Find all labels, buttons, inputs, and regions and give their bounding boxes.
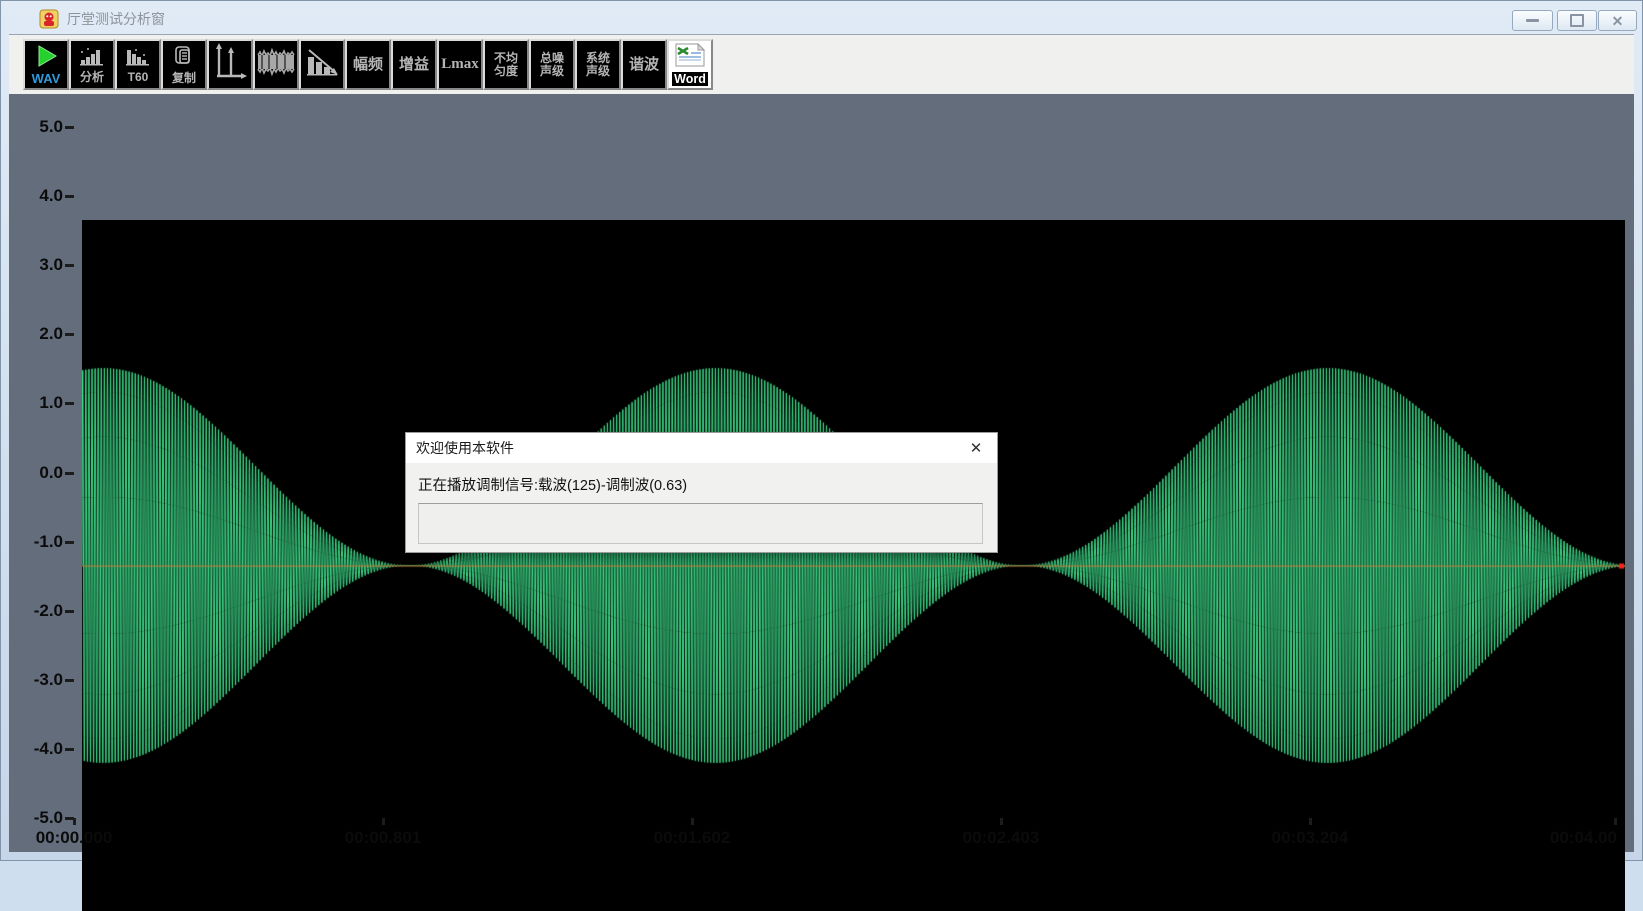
y-axis-tick	[65, 126, 74, 129]
histogram-button[interactable]	[299, 39, 345, 90]
minimize-button[interactable]	[1512, 10, 1553, 31]
total-noise-label: 声级	[540, 65, 564, 78]
y-axis-tick	[65, 748, 74, 751]
word-export-label: Word	[672, 72, 708, 86]
toolbar-buttons: WAV分析T60复制幅频增益Lmax不均匀度总噪声级系统声级谐波Word	[23, 39, 713, 90]
lmax-label: Lmax	[441, 58, 479, 71]
axes-button[interactable]	[207, 39, 253, 90]
y-axis-tick	[65, 195, 74, 198]
y-axis-tick	[65, 679, 74, 682]
playback-dialog: 欢迎使用本软件 ✕ 正在播放调制信号:载波(125)-调制波(0.63)	[405, 432, 998, 553]
waveform-icon	[257, 47, 295, 82]
uniformity-label: 匀度	[494, 65, 518, 78]
dialog-message: 正在播放调制信号:载波(125)-调制波(0.63)	[418, 474, 687, 495]
y-axis-label: 2.0	[11, 324, 63, 344]
y-axis-label: 1.0	[11, 393, 63, 413]
gain-label: 增益	[399, 57, 429, 73]
y-axis-label: 3.0	[11, 255, 63, 275]
app-window: 厅堂测试分析窗 ✕ WAV分析T60复制幅频增益Lmax不均匀度总噪声级系统声级…	[0, 0, 1643, 861]
uniformity-button[interactable]: 不均匀度	[483, 39, 529, 90]
dialog-progress-box	[418, 503, 983, 544]
amp-freq-button[interactable]: 幅频	[345, 39, 391, 90]
x-axis-label: 00:04.00	[1505, 828, 1617, 848]
restore-icon	[1570, 14, 1584, 27]
close-icon: ✕	[1612, 14, 1624, 28]
y-axis-label: 0.0	[11, 463, 63, 483]
app-icon	[39, 9, 59, 29]
dialog-close-button[interactable]: ✕	[965, 438, 987, 458]
minimize-icon	[1526, 19, 1539, 22]
bars-up-icon	[78, 46, 106, 71]
restore-button[interactable]	[1557, 10, 1597, 31]
y-axis-tick	[65, 402, 74, 405]
harmonics-label: 谐波	[629, 57, 659, 73]
wav-play-button[interactable]: WAV	[23, 39, 69, 90]
copy-button[interactable]: 复制	[161, 39, 207, 90]
title-bar[interactable]: 厅堂测试分析窗 ✕	[1, 1, 1642, 34]
toolbar: WAV分析T60复制幅频增益Lmax不均匀度总噪声级系统声级谐波Word	[9, 34, 1634, 94]
y-axis-tick	[65, 610, 74, 613]
play-icon	[34, 45, 58, 72]
axes-icon	[213, 43, 247, 86]
system-level-button[interactable]: 系统声级	[575, 39, 621, 90]
x-axis-tick	[73, 818, 76, 825]
waveform-plot[interactable]	[82, 220, 1625, 911]
y-axis-tick	[65, 333, 74, 336]
y-axis-label: -2.0	[11, 601, 63, 621]
y-axis-tick	[65, 264, 74, 267]
y-axis-tick	[65, 472, 74, 475]
wav-play-label: WAV	[32, 72, 61, 85]
waveform-view-button[interactable]	[253, 39, 299, 90]
word-export-button[interactable]: Word	[667, 39, 713, 90]
x-axis-label: 00:00.801	[318, 828, 448, 848]
x-axis-label: 00:00.000	[9, 828, 139, 848]
system-level-label: 声级	[586, 65, 610, 78]
bars-down-icon	[124, 46, 152, 71]
harmonics-button[interactable]: 谐波	[621, 39, 667, 90]
total-noise-button[interactable]: 总噪声级	[529, 39, 575, 90]
total-noise-label: 总噪	[540, 52, 564, 65]
x-axis-tick	[382, 818, 385, 825]
gain-button[interactable]: 增益	[391, 39, 437, 90]
word-doc-icon	[674, 43, 706, 72]
system-level-label: 系统	[586, 52, 610, 65]
y-axis-label: -3.0	[11, 670, 63, 690]
x-axis-tick	[1000, 818, 1003, 825]
copy-icon	[172, 45, 196, 72]
x-axis-label: 00:02.403	[936, 828, 1066, 848]
waveform-workspace: 5.04.03.02.01.00.0-1.0-2.0-3.0-4.0-5.000…	[9, 94, 1634, 852]
amp-freq-label: 幅频	[353, 57, 383, 73]
x-axis-tick	[691, 818, 694, 825]
analyze-button[interactable]: 分析	[69, 39, 115, 90]
x-axis-tick	[1309, 818, 1312, 825]
analyze-label: 分析	[80, 71, 104, 84]
dialog-title-bar[interactable]: 欢迎使用本软件	[406, 433, 997, 463]
copy-label: 复制	[172, 72, 196, 85]
t60-label: T60	[128, 71, 149, 84]
uniformity-label: 不均	[494, 52, 518, 65]
y-axis-label: -5.0	[11, 808, 63, 828]
y-axis-label: 4.0	[11, 186, 63, 206]
y-axis-tick	[65, 541, 74, 544]
lmax-button[interactable]: Lmax	[437, 39, 483, 90]
x-axis-label: 00:01.602	[627, 828, 757, 848]
bars-decay-icon	[305, 47, 339, 82]
window-title: 厅堂测试分析窗	[67, 9, 165, 29]
x-axis-label: 00:03.204	[1245, 828, 1375, 848]
dialog-title: 欢迎使用本软件	[416, 438, 514, 458]
x-axis-tick	[1614, 818, 1617, 825]
t60-button[interactable]: T60	[115, 39, 161, 90]
y-axis-label: -4.0	[11, 739, 63, 759]
close-button[interactable]: ✕	[1598, 10, 1637, 31]
y-axis-label: -1.0	[11, 532, 63, 552]
y-axis-label: 5.0	[11, 117, 63, 137]
